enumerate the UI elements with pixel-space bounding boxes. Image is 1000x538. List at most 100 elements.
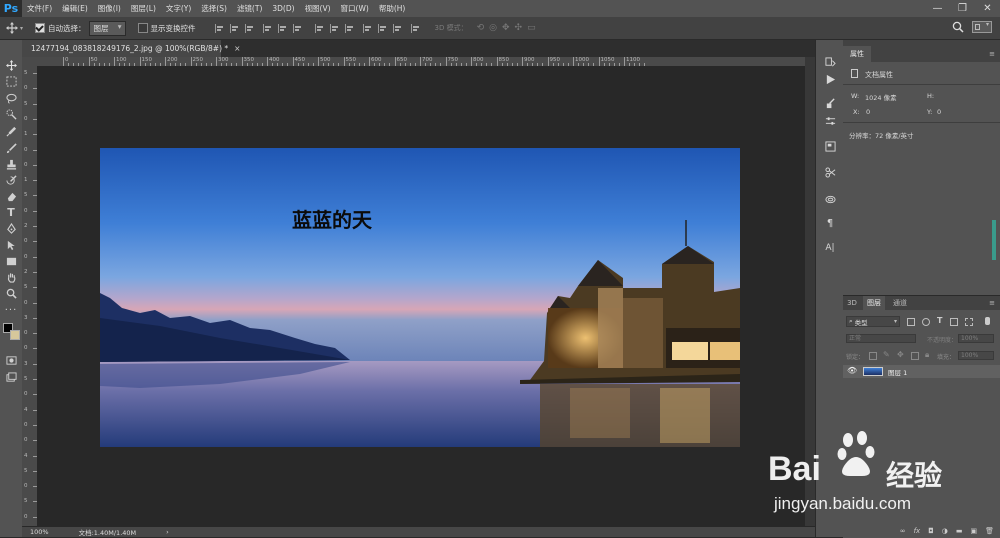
close-button[interactable]: ✕ bbox=[975, 0, 1000, 17]
filter-toggle-icon[interactable] bbox=[985, 317, 990, 325]
quick-selection-tool-icon[interactable] bbox=[4, 107, 18, 121]
tab-properties[interactable]: 属性 bbox=[843, 46, 871, 62]
tab-layers[interactable]: 图层 bbox=[863, 296, 885, 310]
3d-pan-icon[interactable]: ✥ bbox=[502, 23, 510, 33]
eraser-tool-icon[interactable] bbox=[4, 189, 18, 203]
background-color-swatch[interactable] bbox=[10, 330, 20, 340]
distribute-top-icon[interactable] bbox=[314, 23, 325, 33]
distribute-vcenter-icon[interactable] bbox=[329, 23, 340, 33]
rectangle-tool-icon[interactable] bbox=[4, 254, 18, 268]
menu-window[interactable]: 窗口(W) bbox=[336, 3, 374, 14]
link-layers-icon[interactable]: ∞ bbox=[900, 527, 906, 535]
menu-file[interactable]: 文件(F) bbox=[22, 3, 57, 14]
type-tool-icon[interactable]: T bbox=[4, 205, 18, 219]
align-vcenter-icon[interactable] bbox=[229, 23, 240, 33]
ruler-corner[interactable] bbox=[22, 57, 37, 66]
brush-tool-icon[interactable] bbox=[4, 141, 18, 155]
brush-settings-icon[interactable] bbox=[823, 96, 837, 110]
lock-all-icon[interactable]: 🔒︎ bbox=[925, 350, 929, 360]
blend-mode-dropdown[interactable]: 正常 bbox=[846, 334, 916, 343]
filter-smart-object-icon[interactable] bbox=[965, 318, 973, 326]
add-style-icon[interactable]: fx bbox=[914, 527, 921, 535]
actions-play-icon[interactable] bbox=[823, 72, 837, 86]
hand-tool-icon[interactable] bbox=[4, 270, 18, 284]
filter-pixel-icon[interactable] bbox=[907, 318, 915, 326]
layer-name[interactable]: 图层 1 bbox=[888, 367, 907, 377]
minimize-button[interactable]: — bbox=[925, 0, 950, 17]
menu-help[interactable]: 帮助(H) bbox=[374, 3, 411, 14]
3d-roll-icon[interactable]: ◎ bbox=[489, 23, 497, 33]
document-image[interactable] bbox=[100, 148, 740, 447]
menu-view[interactable]: 视图(V) bbox=[300, 3, 336, 14]
lock-transparent-icon[interactable] bbox=[869, 352, 877, 360]
pen-tool-icon[interactable] bbox=[4, 221, 18, 235]
3d-rotate-icon[interactable]: ⟲ bbox=[477, 23, 485, 33]
new-group-icon[interactable]: ▬ bbox=[956, 527, 963, 535]
marquee-tool-icon[interactable] bbox=[4, 74, 18, 88]
align-bottom-icon[interactable] bbox=[244, 23, 255, 33]
trash-icon[interactable]: 🗑︎ bbox=[985, 527, 994, 535]
lock-artboard-icon[interactable] bbox=[911, 352, 919, 360]
panel-scroll-accent[interactable] bbox=[992, 220, 996, 260]
3d-slide-icon[interactable]: ✣ bbox=[515, 23, 523, 33]
align-left-icon[interactable] bbox=[262, 23, 273, 33]
align-right-icon[interactable] bbox=[292, 23, 303, 33]
tab-3d[interactable]: 3D bbox=[843, 296, 861, 310]
zoom-tool-icon[interactable] bbox=[4, 286, 18, 300]
text-layer-content[interactable]: 蓝蓝的天 bbox=[292, 204, 372, 233]
search-icon[interactable] bbox=[952, 21, 964, 35]
menu-type[interactable]: 文字(Y) bbox=[161, 3, 196, 14]
tool-presets-icon[interactable] bbox=[823, 165, 837, 179]
new-layer-icon[interactable]: ▣ bbox=[970, 527, 977, 535]
quick-mask-icon[interactable] bbox=[4, 353, 18, 367]
filter-adjustment-icon[interactable] bbox=[922, 318, 930, 326]
3d-materials-icon[interactable] bbox=[823, 192, 837, 206]
distribute-right-icon[interactable] bbox=[392, 23, 403, 33]
path-selection-tool-icon[interactable] bbox=[4, 238, 18, 252]
auto-select-dropdown[interactable]: 图层 bbox=[88, 20, 126, 36]
history-panel-icon[interactable] bbox=[823, 55, 837, 69]
restore-button[interactable]: ❐ bbox=[950, 0, 975, 17]
new-adjustment-icon[interactable]: ◑ bbox=[942, 527, 948, 535]
vertical-ruler[interactable]: 5 0 5 0 1 0 0 1 5 0 2 0 0 2 5 0 3 0 0 3 5 0 4 0 0 4 5 0 5 0 bbox=[22, 66, 38, 526]
distribute-bottom-icon[interactable] bbox=[344, 23, 355, 33]
zoom-level[interactable]: 100% bbox=[30, 528, 49, 536]
layers-panel-menu-icon[interactable]: ≡ bbox=[989, 299, 995, 307]
show-transform-checkbox[interactable] bbox=[137, 23, 148, 33]
document-tab[interactable]: 12477194_083818249176_2.jpg @ 100%(RGB/8… bbox=[22, 40, 240, 57]
adjustments-icon[interactable] bbox=[823, 114, 837, 128]
distribute-hcenter-icon[interactable] bbox=[377, 23, 388, 33]
distribute-left-icon[interactable] bbox=[362, 23, 373, 33]
x-value[interactable]: 0 bbox=[866, 108, 870, 116]
fill-field[interactable]: 100% bbox=[958, 351, 994, 360]
auto-align-icon[interactable] bbox=[410, 23, 421, 33]
workspace-switcher-dropdown[interactable]: ▾ bbox=[972, 21, 992, 33]
lasso-tool-icon[interactable] bbox=[4, 91, 18, 105]
panel-menu-icon[interactable]: ≡ bbox=[989, 50, 995, 58]
move-tool-preset-icon[interactable]: ▾ bbox=[6, 22, 23, 34]
y-value[interactable]: 0 bbox=[937, 108, 941, 116]
opacity-field[interactable]: 100% bbox=[958, 334, 994, 343]
character-panel-icon[interactable]: A| bbox=[823, 241, 837, 255]
tab-channels[interactable]: 通道 bbox=[889, 296, 911, 310]
history-brush-tool-icon[interactable] bbox=[4, 173, 18, 187]
menu-select[interactable]: 选择(S) bbox=[196, 3, 232, 14]
menu-filter[interactable]: 滤镜(T) bbox=[232, 3, 267, 14]
layer-row[interactable]: 👁︎ 图层 1 bbox=[843, 365, 1000, 378]
menu-3d[interactable]: 3D(D) bbox=[267, 4, 299, 13]
clone-stamp-tool-icon[interactable] bbox=[4, 157, 18, 171]
align-top-icon[interactable] bbox=[214, 23, 225, 33]
visibility-eye-icon[interactable]: 👁︎ bbox=[847, 366, 857, 375]
menu-layer[interactable]: 图层(L) bbox=[126, 3, 161, 14]
crop-eyedropper-tool-icon[interactable] bbox=[4, 124, 18, 138]
menu-image[interactable]: 图像(I) bbox=[93, 3, 126, 14]
paragraph-panel-icon[interactable]: ¶ bbox=[823, 216, 837, 230]
filter-type-icon[interactable]: T bbox=[937, 316, 942, 325]
lock-pixels-icon[interactable]: ✎ bbox=[883, 350, 890, 359]
width-value[interactable]: 1024 像素 bbox=[865, 92, 897, 102]
more-tools-icon[interactable]: ··· bbox=[4, 303, 18, 317]
3d-scale-icon[interactable]: ▭ bbox=[527, 23, 536, 33]
auto-select-checkbox[interactable] bbox=[35, 23, 46, 33]
clone-source-icon[interactable] bbox=[823, 139, 837, 153]
close-tab-icon[interactable]: × bbox=[234, 44, 240, 53]
